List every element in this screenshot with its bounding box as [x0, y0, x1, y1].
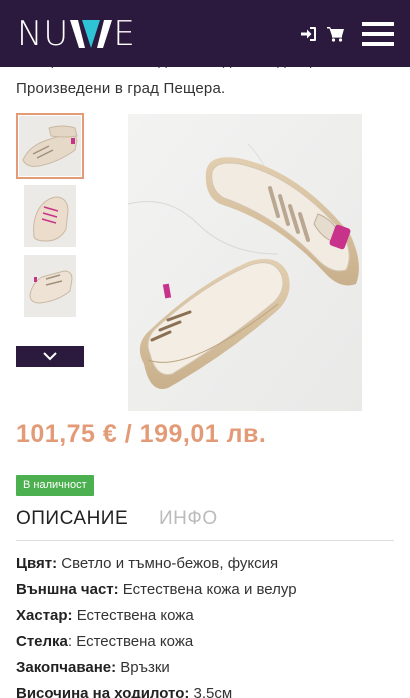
spec-value: : Естествена кожа	[67, 633, 194, 650]
logo-w-mark	[70, 18, 113, 50]
gallery-thumbnail-3[interactable]	[16, 253, 84, 319]
spec-insole: Стелка: Естествена кожа	[16, 629, 406, 655]
product-price: 101,75 € / 199,01 лв.	[16, 419, 266, 449]
spec-value: Връзки	[116, 659, 170, 676]
product-tabs: ОПИСАНИЕ ИНФО	[16, 507, 394, 541]
spec-key: Височина на ходилото:	[16, 685, 190, 698]
nuwe-logo[interactable]: NU E	[17, 16, 136, 52]
spec-fastening: Закопчаване: Връзки	[16, 655, 406, 681]
thumbnails-scroll-down-button[interactable]	[16, 346, 84, 367]
logo-text-left: NU	[17, 14, 70, 54]
thumbnail-image	[24, 185, 76, 247]
spec-key: Стелка	[16, 633, 68, 650]
spec-value: Естествена кожа и велур	[118, 581, 297, 598]
spec-value: Светло и тъмно-бежов, фуксия	[57, 555, 279, 572]
tab-info[interactable]: ИНФО	[159, 507, 218, 531]
header-actions	[300, 0, 410, 67]
chevron-down-icon	[43, 348, 57, 366]
gallery-thumbnail-2[interactable]	[16, 183, 84, 249]
tab-description[interactable]: ОПИСАНИЕ	[16, 507, 128, 531]
price-bgn: 199,01 лв.	[139, 420, 267, 448]
thumbnail-image	[19, 116, 81, 176]
spec-value: Естествена кожа	[72, 607, 194, 624]
spec-value: 3,5см	[189, 685, 233, 698]
hamburger-menu-icon[interactable]	[362, 21, 394, 46]
price-separator: /	[117, 420, 140, 448]
cart-icon[interactable]	[327, 26, 345, 42]
spec-key: Външна част:	[16, 581, 119, 598]
login-icon[interactable]	[300, 26, 317, 42]
spec-key: Закопчаване:	[16, 659, 117, 676]
site-header: NU E	[0, 0, 410, 67]
product-specs-list: Цвят: Светло и тъмно-бежов, фуксия Външн…	[16, 551, 406, 698]
product-main-image[interactable]	[128, 114, 362, 411]
in-stock-badge: В наличност	[16, 475, 94, 496]
logo-text-right: E	[113, 14, 136, 54]
intro-line-2: Произведени в град Пещера.	[16, 80, 226, 97]
price-eur: 101,75 €	[16, 420, 118, 448]
spec-key: Хастар:	[16, 607, 73, 624]
spec-sole-height: Височина на ходилото: 3,5см	[16, 681, 406, 698]
spec-key: Цвят:	[16, 555, 58, 572]
spec-color: Цвят: Светло и тъмно-бежов, фуксия	[16, 551, 406, 577]
spec-outer-material: Външна част: Естествена кожа и велур	[16, 577, 406, 603]
thumbnail-image	[24, 255, 76, 317]
spec-lining: Хастар: Естествена кожа	[16, 603, 406, 629]
gallery-thumbnail-1[interactable]	[16, 113, 84, 179]
